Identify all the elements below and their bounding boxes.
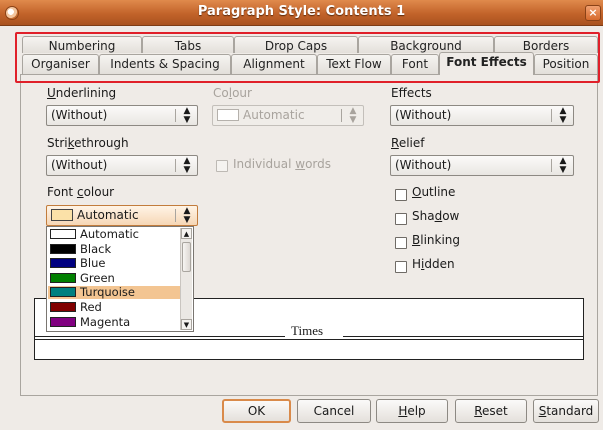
colour-option-green[interactable]: Green: [48, 272, 180, 285]
tab-position[interactable]: Position: [534, 54, 598, 74]
tab-background[interactable]: Background: [358, 36, 494, 53]
font-colour-select[interactable]: Automatic ▲ ▼: [46, 205, 198, 226]
colour-option-black[interactable]: Black: [48, 243, 180, 256]
preview-baseline: [35, 339, 583, 340]
colour-label: Colour: [213, 86, 252, 100]
outline-checkbox[interactable]: [395, 189, 407, 201]
spin-arrows-icon: ▲ ▼: [349, 106, 357, 125]
title-bar: Paragraph Style: Contents 1 ×: [0, 0, 603, 26]
spin-arrows-icon: ▲ ▼: [183, 106, 191, 125]
tab-tabs[interactable]: Tabs: [142, 36, 234, 53]
strikethrough-select[interactable]: (Without) ▲ ▼: [46, 155, 198, 176]
preview-underline-right: [343, 336, 583, 337]
shadow-checkbox[interactable]: [395, 213, 407, 225]
list-scrollbar[interactable]: ▲ ▼: [180, 228, 192, 330]
colour-swatch: [50, 258, 76, 269]
preview-underline-left: [35, 336, 285, 337]
close-window-button[interactable]: ×: [585, 5, 601, 21]
spin-arrows-icon: ▲ ▼: [183, 156, 191, 175]
reset-button[interactable]: Reset: [455, 399, 527, 423]
tab-borders[interactable]: Borders: [494, 36, 598, 53]
colour-option-label: Green: [80, 270, 115, 285]
colour-option-label: Black: [80, 241, 112, 256]
colour-swatch: [50, 287, 76, 298]
font-colour-swatch: [51, 209, 73, 221]
shadow-label: Shadow: [412, 209, 460, 223]
scroll-thumb[interactable]: [182, 242, 191, 272]
paragraph-style-dialog: Paragraph Style: Contents 1 × Numbering …: [0, 0, 603, 430]
spin-arrows-icon: ▲ ▼: [559, 156, 567, 175]
colour-option-label: Magenta: [80, 314, 131, 329]
tab-text-flow[interactable]: Text Flow: [317, 54, 391, 74]
window-title: Paragraph Style: Contents 1: [197, 4, 406, 19]
effects-label: Effects: [391, 86, 432, 100]
colour-swatch: [50, 229, 76, 239]
colour-swatch: [50, 302, 76, 312]
preview-text: Times: [291, 323, 324, 338]
relief-label: Relief: [391, 136, 425, 150]
colour-option-label: Turquoise: [80, 285, 135, 300]
tab-alignment[interactable]: Alignment: [231, 54, 317, 74]
tab-font-effects[interactable]: Font Effects: [439, 52, 534, 75]
underlining-select[interactable]: (Without) ▲ ▼: [46, 105, 198, 126]
colour-option-automatic[interactable]: Automatic: [48, 228, 180, 241]
tab-organiser[interactable]: Organiser: [22, 54, 99, 74]
colour-option-blue[interactable]: Blue: [48, 257, 180, 270]
tab-numbering[interactable]: Numbering: [22, 36, 142, 53]
strikethrough-label: Strikethrough: [47, 136, 129, 150]
individual-words-checkbox[interactable]: [216, 160, 228, 172]
effects-select[interactable]: (Without) ▲ ▼: [390, 105, 574, 126]
colour-swatch: [50, 243, 76, 254]
relief-select[interactable]: (Without) ▲ ▼: [390, 155, 574, 176]
individual-words-label: Individual words: [233, 157, 332, 171]
help-button[interactable]: Help: [376, 399, 448, 423]
outline-label: Outline: [412, 185, 456, 199]
colour-option-red[interactable]: Red: [48, 301, 180, 314]
ok-button[interactable]: OK: [222, 399, 291, 423]
colour-option-label: Automatic: [80, 227, 139, 241]
tab-font[interactable]: Font: [391, 54, 439, 74]
blinking-checkbox[interactable]: [395, 237, 407, 249]
colour-swatch: [50, 316, 76, 327]
cancel-button[interactable]: Cancel: [297, 399, 371, 423]
spin-arrows-icon: ▲ ▼: [183, 206, 191, 225]
blinking-label: Blinking: [412, 233, 461, 247]
font-colour-list[interactable]: ▲ ▼ Automatic Black Blue Green Turquoise Red M…: [46, 226, 194, 332]
underlining-label: Underlining: [47, 86, 117, 100]
colour-option-magenta[interactable]: Magenta: [48, 316, 180, 329]
colour-select[interactable]: Automatic ▲ ▼: [212, 105, 364, 126]
hidden-checkbox[interactable]: [395, 261, 407, 273]
standard-button[interactable]: Standard: [533, 399, 599, 423]
colour-swatch: [50, 272, 76, 283]
colour-option-label: Red: [80, 300, 102, 314]
tab-indents-spacing[interactable]: Indents & Spacing: [99, 54, 231, 74]
colour-option-turquoise[interactable]: Turquoise: [48, 286, 180, 299]
colour-option-label: Blue: [80, 256, 106, 271]
hidden-label: Hidden: [412, 257, 455, 271]
scroll-up-icon[interactable]: ▲: [181, 228, 192, 239]
spin-arrows-icon: ▲ ▼: [559, 106, 567, 125]
tab-drop-caps[interactable]: Drop Caps: [234, 36, 358, 53]
scroll-down-icon[interactable]: ▼: [181, 319, 192, 330]
font-colour-label: Font colour: [47, 185, 115, 199]
